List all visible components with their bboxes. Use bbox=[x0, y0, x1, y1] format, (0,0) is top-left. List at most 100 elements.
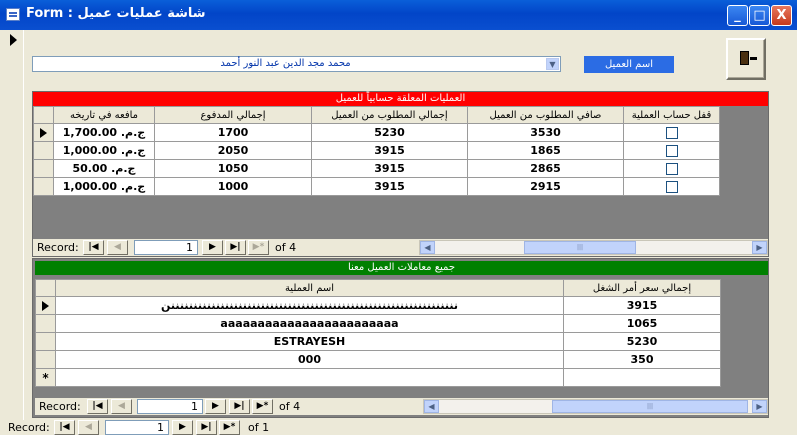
current-row-icon bbox=[42, 301, 49, 311]
access-form-window: Form : شاشة عمليات عميل _ □ X محمد مجد ا… bbox=[0, 0, 797, 435]
row-selector[interactable] bbox=[35, 350, 56, 369]
last-record-button[interactable]: ▶| bbox=[225, 240, 246, 255]
record-number-input[interactable]: 1 bbox=[134, 240, 198, 255]
previous-record-button[interactable]: ◀ bbox=[111, 399, 132, 414]
row-selector[interactable] bbox=[35, 296, 56, 315]
table-row[interactable]: ESTRAYESH 5230 bbox=[35, 332, 721, 351]
new-record-button[interactable]: ▶* bbox=[252, 399, 273, 414]
new-record-row[interactable]: * bbox=[35, 368, 721, 387]
close-account-checkbox[interactable] bbox=[665, 163, 678, 175]
current-record-arrow-icon bbox=[10, 34, 17, 46]
operation-name-cell[interactable]: نننننننننننننننننننننننننننننننننننننننن… bbox=[55, 296, 564, 315]
first-record-button[interactable]: |◀ bbox=[87, 399, 108, 414]
next-record-button[interactable]: ▶ bbox=[172, 420, 193, 435]
work-order-total-cell[interactable]: 1065 bbox=[563, 314, 721, 333]
horizontal-scrollbar[interactable]: ◀ ||| ▶ bbox=[423, 399, 768, 414]
record-count: of 4 bbox=[275, 241, 297, 254]
new-record-button[interactable]: ▶* bbox=[219, 420, 240, 435]
row-selector[interactable]: * bbox=[35, 368, 56, 387]
total-paid-cell[interactable]: 1700 bbox=[154, 123, 312, 142]
next-record-button[interactable]: ▶ bbox=[202, 240, 223, 255]
paid-on-date-cell[interactable]: ج.م. 50.00 bbox=[53, 159, 155, 178]
col-close-account[interactable]: قفل حساب العملية bbox=[623, 106, 720, 124]
header-corner bbox=[33, 106, 54, 124]
table-row[interactable]: 000 350 bbox=[35, 350, 721, 369]
total-paid-cell[interactable]: 2050 bbox=[154, 141, 312, 160]
net-required-cell[interactable]: 2865 bbox=[467, 159, 624, 178]
title-bar[interactable]: Form : شاشة عمليات عميل _ □ X bbox=[0, 0, 797, 30]
col-operation-name[interactable]: اسم العملية bbox=[55, 279, 564, 297]
new-record-button[interactable]: ▶* bbox=[248, 240, 269, 255]
chevron-down-icon[interactable]: ▼ bbox=[546, 58, 559, 70]
row-selector[interactable] bbox=[33, 123, 54, 142]
exit-button[interactable] bbox=[726, 38, 766, 80]
scroll-left-icon[interactable]: ◀ bbox=[420, 241, 435, 254]
col-work-order-total[interactable]: إجمالي سعر أمر الشغل bbox=[563, 279, 721, 297]
total-required-cell[interactable]: 3915 bbox=[311, 177, 468, 196]
close-account-checkbox[interactable] bbox=[665, 145, 678, 157]
work-order-total-cell[interactable] bbox=[563, 368, 721, 387]
total-required-cell[interactable]: 5230 bbox=[311, 123, 468, 142]
row-selector[interactable] bbox=[33, 141, 54, 160]
row-selector[interactable] bbox=[33, 177, 54, 196]
paid-on-date-cell[interactable]: ج.م. 1,000.00 bbox=[53, 141, 155, 160]
net-required-cell[interactable]: 3530 bbox=[467, 123, 624, 142]
close-button[interactable]: X bbox=[771, 5, 792, 26]
row-selector[interactable] bbox=[35, 314, 56, 333]
pending-table: مافعه في تاريخه إجمالي المدفوع إجمالي ال… bbox=[33, 106, 720, 196]
paid-on-date-cell[interactable]: ج.م. 1,000.00 bbox=[53, 177, 155, 196]
maximize-button[interactable]: □ bbox=[749, 5, 770, 26]
record-number-input[interactable]: 1 bbox=[137, 399, 203, 414]
first-record-button[interactable]: |◀ bbox=[83, 240, 104, 255]
record-number-input[interactable]: 1 bbox=[105, 420, 169, 435]
operation-name-cell[interactable]: ESTRAYESH bbox=[55, 332, 564, 351]
scroll-right-icon[interactable]: ▶ bbox=[752, 241, 767, 254]
table-row[interactable]: ج.م. 1,000.00 2050 3915 1865 bbox=[33, 141, 720, 160]
scroll-right-icon[interactable]: ▶ bbox=[752, 400, 767, 413]
last-record-button[interactable]: ▶| bbox=[229, 399, 250, 414]
table-row[interactable]: aaaaaaaaaaaaaaaaaaaaaaaa 1065 bbox=[35, 314, 721, 333]
work-order-total-cell[interactable]: 350 bbox=[563, 350, 721, 369]
table-row[interactable]: ج.م. 1,000.00 1000 3915 2915 bbox=[33, 177, 720, 196]
row-selector[interactable] bbox=[33, 159, 54, 178]
table-row[interactable]: ج.م. 1,700.00 1700 5230 3530 bbox=[33, 123, 720, 142]
customer-combo[interactable]: محمد مجد الدين عبد النور أحمد ▼ bbox=[32, 56, 561, 72]
table-row[interactable]: نننننننننننننننننننننننننننننننننننننننن… bbox=[35, 296, 721, 315]
scroll-thumb[interactable]: ||| bbox=[552, 400, 748, 413]
record-count: of 4 bbox=[279, 400, 301, 413]
row-selector[interactable] bbox=[35, 332, 56, 351]
exit-door-icon bbox=[740, 51, 757, 65]
horizontal-scrollbar[interactable]: ◀ ||| ▶ bbox=[419, 240, 768, 255]
total-paid-cell[interactable]: 1050 bbox=[154, 159, 312, 178]
total-required-cell[interactable]: 3915 bbox=[311, 141, 468, 160]
work-order-total-cell[interactable]: 3915 bbox=[563, 296, 721, 315]
next-record-button[interactable]: ▶ bbox=[205, 399, 226, 414]
minimize-button[interactable]: _ bbox=[727, 5, 748, 26]
close-account-checkbox[interactable] bbox=[665, 181, 678, 193]
close-account-checkbox[interactable] bbox=[665, 127, 678, 139]
record-selector[interactable] bbox=[4, 30, 24, 422]
total-required-cell[interactable]: 3915 bbox=[311, 159, 468, 178]
form-icon[interactable] bbox=[6, 8, 20, 21]
work-order-total-cell[interactable]: 5230 bbox=[563, 332, 721, 351]
col-net-required[interactable]: صافي المطلوب من العميل bbox=[467, 106, 624, 124]
paid-on-date-cell[interactable]: ج.م. 1,700.00 bbox=[53, 123, 155, 142]
col-total-required[interactable]: إجمالي المطلوب من العميل bbox=[311, 106, 468, 124]
table-row[interactable]: ج.م. 50.00 1050 3915 2865 bbox=[33, 159, 720, 178]
operation-name-cell[interactable]: aaaaaaaaaaaaaaaaaaaaaaaa bbox=[55, 314, 564, 333]
previous-record-button[interactable]: ◀ bbox=[107, 240, 128, 255]
col-total-paid[interactable]: إجمالي المدفوع bbox=[154, 106, 312, 124]
previous-record-button[interactable]: ◀ bbox=[78, 420, 99, 435]
first-record-button[interactable]: |◀ bbox=[54, 420, 75, 435]
scroll-thumb[interactable]: ||| bbox=[524, 241, 636, 254]
net-required-cell[interactable]: 2915 bbox=[467, 177, 624, 196]
net-required-cell[interactable]: 1865 bbox=[467, 141, 624, 160]
operation-name-cell[interactable] bbox=[55, 368, 564, 387]
total-paid-cell[interactable]: 1000 bbox=[154, 177, 312, 196]
scroll-left-icon[interactable]: ◀ bbox=[424, 400, 439, 413]
last-record-button[interactable]: ▶| bbox=[196, 420, 217, 435]
pending-caption: العمليات المعلقة حسابياً للعميل bbox=[33, 92, 768, 106]
operation-name-cell[interactable]: 000 bbox=[55, 350, 564, 369]
pending-header-row: مافعه في تاريخه إجمالي المدفوع إجمالي ال… bbox=[33, 106, 720, 124]
col-paid-on-date[interactable]: مافعه في تاريخه bbox=[53, 106, 155, 124]
